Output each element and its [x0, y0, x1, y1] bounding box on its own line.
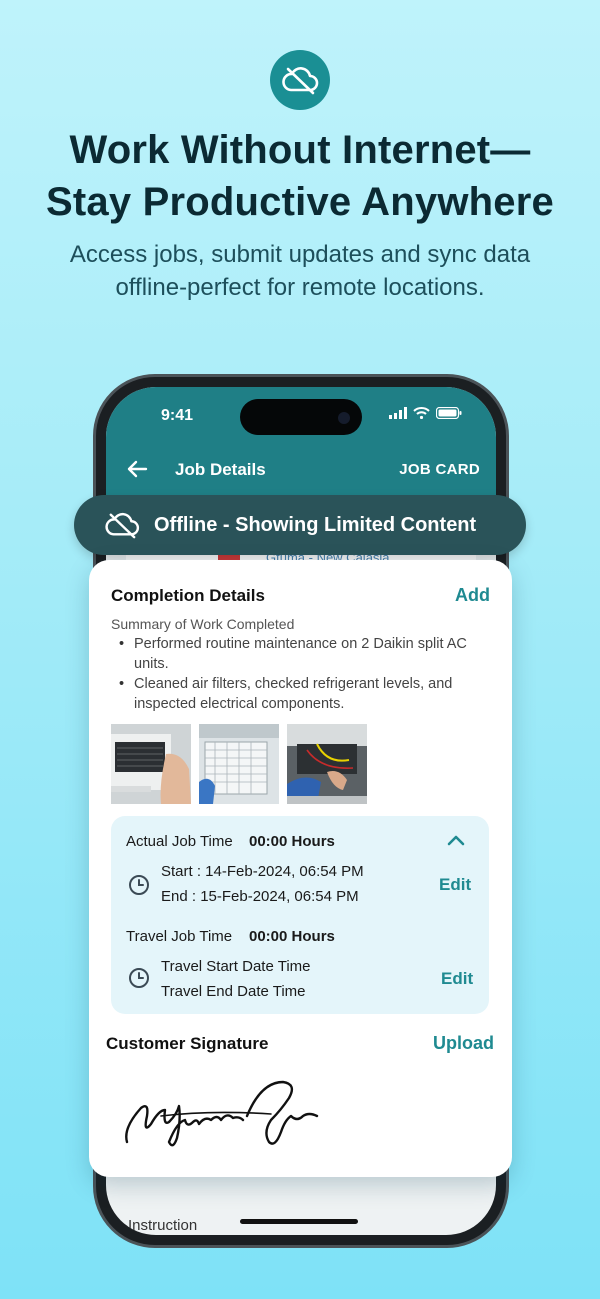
job-card-button[interactable]: JOB CARD: [399, 461, 480, 478]
instruction-label: Instruction: [128, 1217, 198, 1234]
end-time: End : 15-Feb-2024, 06:54 PM: [161, 888, 359, 905]
chevron-up-icon[interactable]: [447, 834, 465, 846]
travel-job-time-label: Travel Job Time: [126, 928, 233, 945]
completion-title: Completion Details: [111, 586, 265, 605]
travel-end: Travel End Date Time: [161, 983, 306, 1000]
status-time: 9:41: [161, 407, 194, 424]
clock-icon: [129, 968, 149, 988]
actual-job-time-value: 00:00 Hours: [249, 833, 335, 850]
status-icons: [389, 407, 462, 419]
clock-icon: [129, 875, 149, 895]
air-filter-photo[interactable]: [199, 724, 279, 804]
completion-card: Completion Details Add Summary of Work C…: [89, 560, 512, 1177]
electrical-work-photo[interactable]: [287, 724, 367, 804]
travel-job-time-value: 00:00 Hours: [249, 928, 335, 945]
edit-travel-time-button[interactable]: Edit: [441, 969, 473, 989]
customer-signature-title: Customer Signature: [106, 1034, 269, 1053]
hero-subline: Access jobs, submit updates and sync dat…: [40, 238, 560, 304]
hero-headline: Work Without Internet— Stay Productive A…: [0, 124, 600, 228]
travel-start: Travel Start Date Time: [161, 958, 311, 975]
ac-unit-photo[interactable]: [111, 724, 191, 804]
offline-banner-text: Offline - Showing Limited Content: [154, 513, 477, 536]
add-completion-button[interactable]: Add: [455, 585, 490, 606]
subline-line-1: Access jobs, submit updates and sync dat…: [69, 241, 531, 268]
offline-banner: Offline - Showing Limited Content: [74, 495, 526, 555]
summary-item: Cleaned air filters, checked refrigerant…: [111, 674, 491, 714]
signal-icon: [389, 407, 407, 419]
cloud-off-icon-badge: [270, 50, 330, 110]
summary-item: Performed routine maintenance on 2 Daiki…: [111, 634, 491, 674]
actual-job-time-label: Actual Job Time: [126, 833, 233, 850]
summary-list: Performed routine maintenance on 2 Daiki…: [111, 634, 491, 714]
customer-signature-image: [125, 1080, 319, 1147]
battery-icon: [436, 407, 462, 419]
photo-thumbnails: [111, 724, 367, 804]
job-time-panel: Actual Job Time 00:00 Hours Start : 14-F…: [111, 816, 489, 1014]
app-title: Job Details: [175, 460, 266, 479]
cloud-off-icon: [282, 67, 319, 95]
upload-signature-button[interactable]: Upload: [433, 1033, 494, 1054]
camera-dot: [338, 412, 350, 424]
summary-label: Summary of Work Completed: [111, 616, 295, 632]
wifi-icon: [413, 407, 430, 419]
subline-line-2: offline-perfect for remote locations.: [115, 274, 485, 301]
headline-line-1: Work Without Internet—: [69, 128, 531, 172]
edit-job-time-button[interactable]: Edit: [439, 875, 471, 895]
back-arrow-icon[interactable]: [126, 459, 148, 479]
headline-line-2: Stay Productive Anywhere: [46, 180, 554, 224]
app-header: 9:41 Job Details JOB CARD: [106, 387, 496, 507]
cloud-off-icon: [105, 512, 140, 539]
start-time: Start : 14-Feb-2024, 06:54 PM: [161, 863, 364, 880]
home-indicator: [240, 1219, 358, 1224]
